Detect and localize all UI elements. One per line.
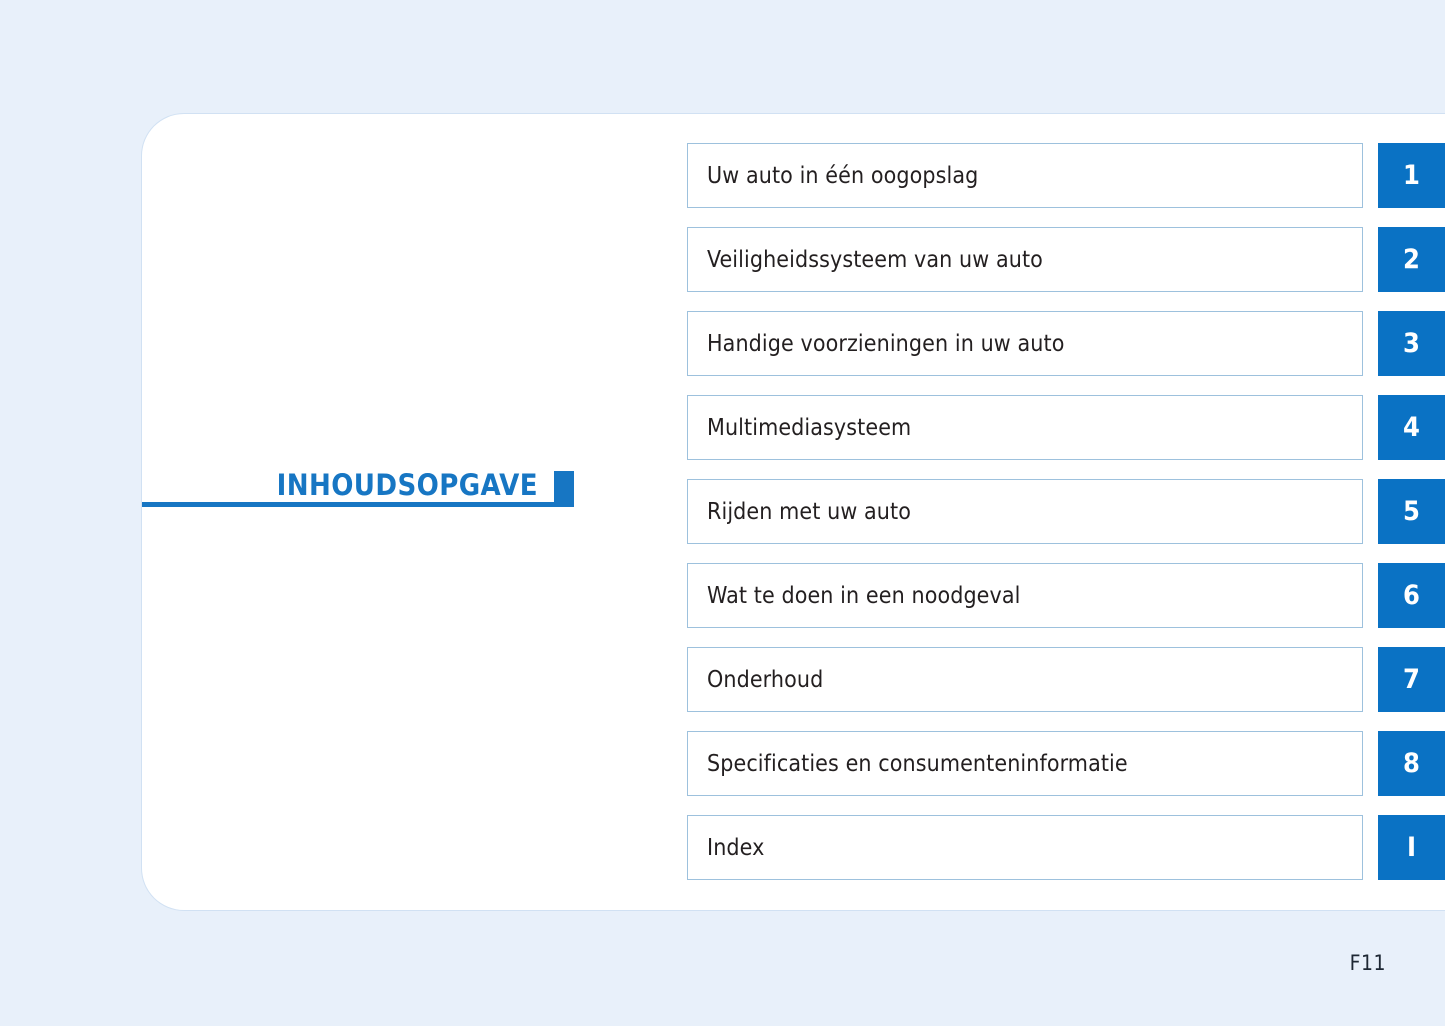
toc-chapter-tab[interactable]: I [1378, 815, 1445, 880]
toc-chapter-tab-number: 1 [1403, 160, 1420, 191]
toc-row: Veiligheidssysteem van uw auto 2 [687, 227, 1445, 292]
toc-entry-label: Uw auto in één oogopslag [707, 162, 979, 189]
page-folio: F11 [1349, 951, 1386, 975]
toc-chapter-tab-number: 8 [1403, 748, 1420, 779]
toc-chapter-tab[interactable]: 5 [1378, 479, 1445, 544]
toc-row: Onderhoud 7 [687, 647, 1445, 712]
toc-chapter-tab[interactable]: 7 [1378, 647, 1445, 712]
toc-entry-label: Onderhoud [707, 666, 824, 693]
toc-entry-label: Veiligheidssysteem van uw auto [707, 246, 1043, 273]
toc-entry-button[interactable]: Specificaties en consumenteninformatie [687, 731, 1363, 796]
toc-entry-button[interactable]: Handige voorzieningen in uw auto [687, 311, 1363, 376]
page-title: INHOUDSOPGAVE [276, 468, 538, 502]
toc-entry-label: Specificaties en consumenteninformatie [707, 750, 1128, 777]
toc-entry-button[interactable]: Uw auto in één oogopslag [687, 143, 1363, 208]
toc-chapter-tab-number: 4 [1403, 412, 1420, 443]
toc-entry-button[interactable]: Veiligheidssysteem van uw auto [687, 227, 1363, 292]
toc-row: Wat te doen in een noodgeval 6 [687, 563, 1445, 628]
toc-chapter-tab[interactable]: 4 [1378, 395, 1445, 460]
toc-chapter-tab-number: 3 [1403, 328, 1420, 359]
toc-row: Multimediasysteem 4 [687, 395, 1445, 460]
toc-row: Index I [687, 815, 1445, 880]
toc-row: Rijden met uw auto 5 [687, 479, 1445, 544]
toc-entry-label: Index [707, 834, 765, 861]
toc-entry-button[interactable]: Onderhoud [687, 647, 1363, 712]
manual-toc-page: INHOUDSOPGAVE Uw auto in één oogopslag 1 V… [0, 0, 1445, 1026]
toc-entry-label: Rijden met uw auto [707, 498, 911, 525]
toc-entry-label: Handige voorzieningen in uw auto [707, 330, 1065, 357]
toc-list: Uw auto in één oogopslag 1 Veiligheidssyst… [687, 143, 1445, 880]
toc-title-block: INHOUDSOPGAVE [142, 466, 574, 514]
toc-entry-button[interactable]: Multimediasysteem [687, 395, 1363, 460]
toc-chapter-tab-number: 6 [1403, 580, 1420, 611]
toc-entry-button[interactable]: Rijden met uw auto [687, 479, 1363, 544]
toc-row: Handige voorzieningen in uw auto 3 [687, 311, 1445, 376]
toc-chapter-tab-number: 7 [1403, 664, 1420, 695]
toc-chapter-tab-number: 2 [1403, 244, 1420, 275]
toc-title-rule [142, 502, 574, 507]
toc-chapter-tab[interactable]: 6 [1378, 563, 1445, 628]
toc-row: Specificaties en consumenteninformatie 8 [687, 731, 1445, 796]
toc-chapter-tab[interactable]: 1 [1378, 143, 1445, 208]
toc-entry-button[interactable]: Index [687, 815, 1363, 880]
toc-chapter-tab-number: 5 [1403, 496, 1420, 527]
toc-entry-button[interactable]: Wat te doen in een noodgeval [687, 563, 1363, 628]
toc-title-marker-icon [554, 471, 574, 507]
toc-entry-label: Multimediasysteem [707, 414, 912, 441]
toc-chapter-tab-number: I [1406, 832, 1417, 863]
toc-chapter-tab[interactable]: 2 [1378, 227, 1445, 292]
toc-row: Uw auto in één oogopslag 1 [687, 143, 1445, 208]
toc-chapter-tab[interactable]: 8 [1378, 731, 1445, 796]
toc-chapter-tab[interactable]: 3 [1378, 311, 1445, 376]
toc-entry-label: Wat te doen in een noodgeval [707, 582, 1021, 609]
